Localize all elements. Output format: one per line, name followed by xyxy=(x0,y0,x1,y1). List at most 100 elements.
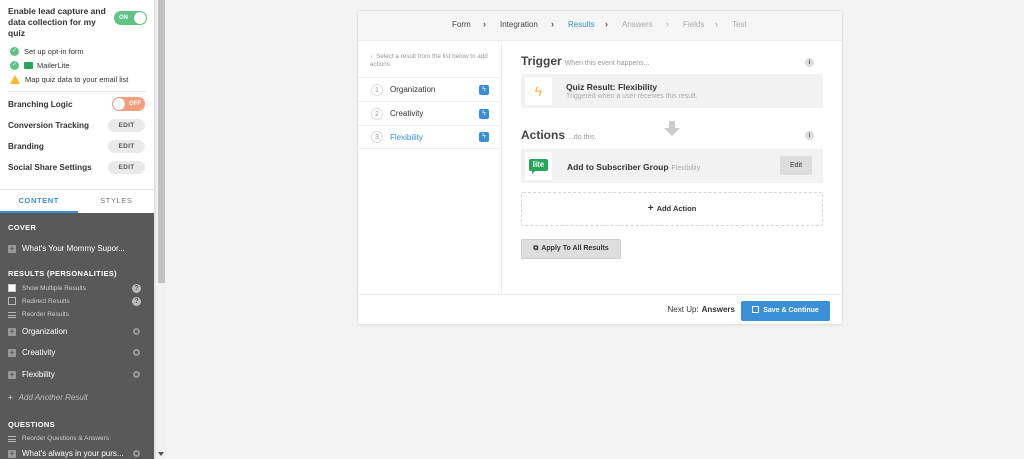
checklist-item-optin[interactable]: ✓ Set up opt-in form xyxy=(0,44,154,58)
help-icon[interactable]: ? xyxy=(132,283,141,293)
add-action-button[interactable]: + Add Action xyxy=(521,192,823,226)
branching-logic-row: Branching Logic OFF xyxy=(0,94,154,115)
check-icon: ✓ xyxy=(10,46,19,56)
mailerlite-logo: lite xyxy=(525,152,552,180)
gear-icon[interactable] xyxy=(133,450,140,457)
reorder-questions[interactable]: Reorder Questions & Answers xyxy=(0,435,109,442)
save-label: Save & Continue xyxy=(763,307,819,314)
breadcrumb-results[interactable]: Results xyxy=(568,20,595,29)
external-link-icon xyxy=(8,297,16,305)
result-number: 3 xyxy=(371,131,383,143)
trigger-box-title: Quiz Result: Flexibility xyxy=(566,82,658,92)
branching-logic-toggle[interactable]: OFF xyxy=(112,97,145,111)
scrollbar-thumb[interactable] xyxy=(158,0,165,283)
arrow-down-icon: ↓ xyxy=(370,53,374,60)
toggle-off-label: OFF xyxy=(129,101,141,107)
mailerlite-icon xyxy=(24,61,33,69)
breadcrumb-integration[interactable]: Integration xyxy=(500,20,538,29)
breadcrumb-form[interactable]: Form xyxy=(452,20,471,29)
lead-capture-toggle[interactable]: ON xyxy=(114,11,147,25)
breadcrumb-answers[interactable]: Answers xyxy=(622,20,653,29)
sidebar-scrollbar[interactable] xyxy=(155,0,166,459)
checklist-item-map-data[interactable]: Map quiz data to your email list xyxy=(0,72,154,86)
conversion-tracking-label: Conversion Tracking xyxy=(8,121,89,130)
breadcrumb-test[interactable]: Test xyxy=(732,20,747,29)
redirect-label: Redirect Results xyxy=(22,297,70,305)
reorder-label: Reorder Results xyxy=(22,311,69,318)
branding-edit-button[interactable]: EDIT xyxy=(108,140,145,153)
expand-icon: + xyxy=(8,369,16,379)
result-creativity[interactable]: 2 Creativity ϟ xyxy=(358,101,501,125)
actions-subtitle: ...do this. xyxy=(568,134,597,141)
result-item-creativity[interactable]: + Creativity xyxy=(0,348,154,357)
conversion-tracking-row: Conversion Tracking EDIT xyxy=(0,115,154,136)
expand-icon: + xyxy=(8,448,16,458)
result-label: Creativity xyxy=(390,109,424,118)
add-another-result[interactable]: + Add Another Result xyxy=(0,393,88,402)
branding-row: Branding EDIT xyxy=(0,136,154,157)
social-share-row: Social Share Settings EDIT xyxy=(0,157,154,178)
result-item-organization[interactable]: + Organization xyxy=(0,326,154,336)
trigger-box-subtitle: Triggered when a user receives this resu… xyxy=(566,93,698,100)
info-icon[interactable]: i xyxy=(805,131,814,140)
results-integration-card: Form › Integration › Results › Answers ›… xyxy=(357,10,843,325)
actions-title: Actions xyxy=(521,128,566,142)
sidebar: Enable lead capture and data collection … xyxy=(0,0,155,459)
arrow-down-icon xyxy=(664,121,680,139)
tab-styles[interactable]: STYLES xyxy=(78,190,155,213)
cover-item[interactable]: + What's Your Mommy Supor... xyxy=(0,244,125,253)
next-up-label: Next Up: xyxy=(667,305,699,314)
lead-capture-title: Enable lead capture and data collection … xyxy=(8,6,106,38)
lightning-icon: ϟ xyxy=(525,77,552,105)
gear-icon[interactable] xyxy=(133,349,140,356)
copy-icon: ⧉ xyxy=(533,245,539,252)
trigger-subtitle: When this event happens... xyxy=(564,60,650,67)
chevron-right-icon: › xyxy=(605,19,608,29)
trigger-heading: Trigger When this event happens... xyxy=(521,54,650,68)
add-another-label: Add Another Result xyxy=(18,393,88,402)
tab-content[interactable]: CONTENT xyxy=(0,190,78,213)
redirect-results[interactable]: Redirect Results ? xyxy=(0,296,154,306)
help-icon[interactable]: ? xyxy=(132,296,141,306)
breadcrumb: Form › Integration › Results › Answers ›… xyxy=(358,11,842,41)
result-organization[interactable]: 1 Organization ϟ xyxy=(358,77,501,101)
check-icon: ✓ xyxy=(10,60,19,70)
divider xyxy=(8,91,146,92)
show-multiple-results[interactable]: Show Multiple Results ? xyxy=(0,283,154,293)
result-flexibility[interactable]: 3 Flexibility ϟ xyxy=(358,125,501,149)
checklist-item-mailerlite[interactable]: ✓ MailerLite xyxy=(0,58,154,72)
toggle-knob xyxy=(113,98,125,110)
lightning-icon: ϟ xyxy=(479,132,489,142)
action-title-text: Add to Subscriber Group xyxy=(567,162,669,172)
gear-icon[interactable] xyxy=(133,328,140,335)
apply-to-all-button[interactable]: ⧉ Apply To All Results xyxy=(521,239,621,259)
app-window: Enable lead capture and data collection … xyxy=(0,0,1024,459)
social-share-edit-button[interactable]: EDIT xyxy=(108,161,145,174)
gear-icon[interactable] xyxy=(133,371,140,378)
lightning-icon: ϟ xyxy=(479,84,489,95)
question-item[interactable]: + What's always in your purs... xyxy=(0,448,154,458)
add-action-label: Add Action xyxy=(656,204,697,213)
checklist-label: Map quiz data to your email list xyxy=(25,74,129,84)
result-number: 2 xyxy=(371,107,383,120)
reorder-icon xyxy=(8,435,16,442)
reorder-results[interactable]: Reorder Results xyxy=(0,311,154,318)
checklist-label: Set up opt-in form xyxy=(24,46,84,56)
result-label: Flexibility xyxy=(390,132,423,142)
info-icon[interactable]: i xyxy=(805,58,814,67)
cover-item-label: What's Your Mommy Supor... xyxy=(22,244,125,253)
mailerlite-icon: lite xyxy=(529,159,548,174)
breadcrumb-fields[interactable]: Fields xyxy=(683,20,704,29)
save-continue-button[interactable]: Save & Continue xyxy=(741,301,830,321)
reorder-icon xyxy=(8,311,16,318)
branding-label: Branding xyxy=(8,142,44,151)
checkbox[interactable] xyxy=(8,284,16,292)
scroll-down-arrow-icon[interactable] xyxy=(158,452,164,456)
apply-label: Apply To All Results xyxy=(541,245,609,252)
expand-icon: + xyxy=(8,326,16,336)
show-multiple-label: Show Multiple Results xyxy=(22,284,86,292)
result-item-flexibility[interactable]: + Flexibility xyxy=(0,369,154,379)
toggle-on-label: ON xyxy=(119,15,128,21)
conversion-tracking-edit-button[interactable]: EDIT xyxy=(108,119,145,132)
action-edit-button[interactable]: Edit xyxy=(780,156,812,175)
